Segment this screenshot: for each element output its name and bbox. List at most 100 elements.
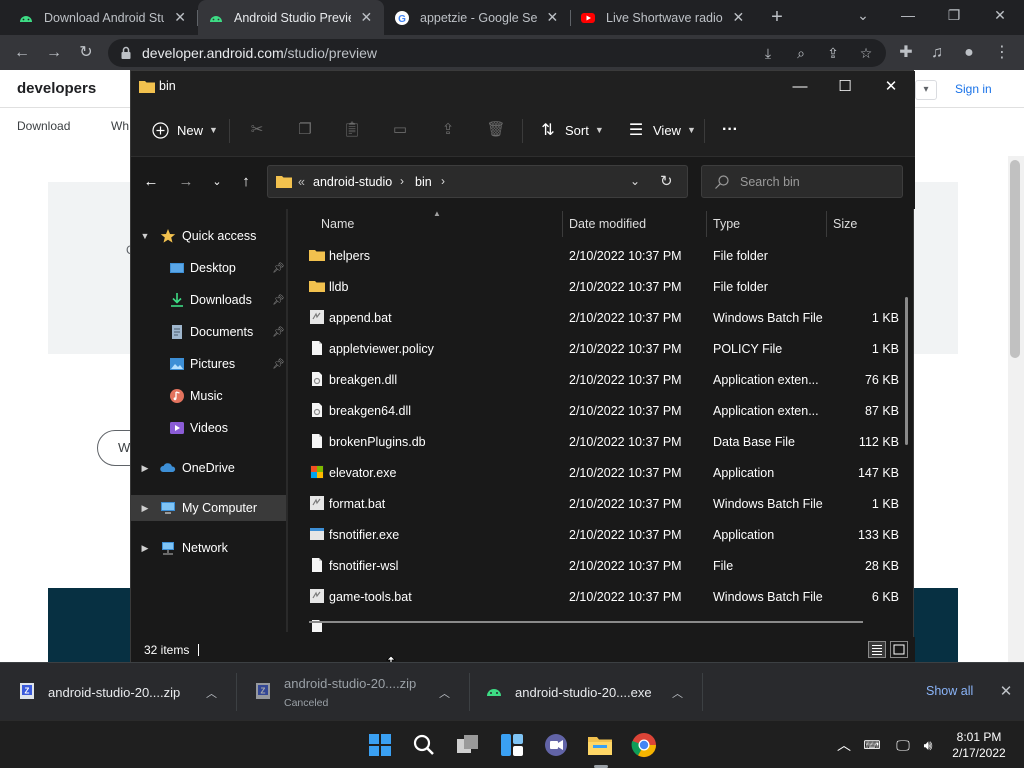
file-row[interactable]: fsnotifier-wsl 2/10/2022 10:37 PM File 28 K… xyxy=(291,550,913,581)
file-row[interactable]: format.bat 2/10/2022 10:37 PM Windows Batc… xyxy=(291,488,913,519)
system-clock[interactable]: 8:01 PM 2/17/2022 xyxy=(948,729,1010,761)
browser-tab-1[interactable]: Download Android Stu ✕ xyxy=(8,0,198,35)
close-tab-icon[interactable]: ✕ xyxy=(545,9,560,26)
cut-icon[interactable]: ✂ xyxy=(247,120,267,140)
tab-search-icon[interactable]: ⌄ xyxy=(851,4,875,26)
file-row[interactable]: elevator.exe 2/10/2022 10:37 PM Applicatio… xyxy=(291,457,913,488)
chevron-right-icon[interactable]: ▶ xyxy=(139,463,151,474)
language-selector[interactable]: ▾ xyxy=(915,80,937,100)
back-arrow-icon[interactable]: ← xyxy=(10,41,34,65)
bookmark-star-icon[interactable]: ☆ xyxy=(857,44,875,62)
view-button[interactable]: ☰ View ▼ xyxy=(627,117,696,143)
sort-button[interactable]: ⇅ Sort ▼ xyxy=(539,117,603,143)
delete-icon[interactable]: 🗑︎ xyxy=(486,120,506,140)
refresh-icon[interactable]: ↻ xyxy=(660,172,673,190)
windows-start-icon[interactable] xyxy=(366,731,394,759)
path-breadcrumb[interactable]: « android-studio › bin › ⌄ ↻ xyxy=(267,165,688,198)
nav-download-link[interactable]: Download xyxy=(17,119,70,133)
file-row[interactable]: helpers 2/10/2022 10:37 PM File folder xyxy=(291,240,913,271)
developers-logo[interactable]: developers xyxy=(17,80,96,97)
explorer-title-bar[interactable]: bin — ☐ ✕ xyxy=(131,71,915,103)
breadcrumb-overflow[interactable]: « xyxy=(298,175,305,189)
chevron-down-icon[interactable]: ⌄ xyxy=(630,174,640,188)
pin-icon[interactable]: 📌︎ xyxy=(272,359,285,370)
file-row[interactable]: breakgen64.dll 2/10/2022 10:37 PM Applicat… xyxy=(291,395,913,426)
chevron-down-icon[interactable]: ▼ xyxy=(139,231,151,241)
browser-tab-2[interactable]: Android Studio Preview ✕ xyxy=(198,0,384,35)
file-list-horizontal-scrollbar[interactable] xyxy=(309,621,863,623)
forward-arrow-icon[interactable]: → xyxy=(175,171,197,193)
show-hidden-icons-chevron-icon[interactable]: ︿ xyxy=(834,735,854,755)
chevron-right-icon[interactable]: ▶ xyxy=(139,543,151,554)
file-row[interactable]: brokenPlugins.db 2/10/2022 10:37 PM Data B… xyxy=(291,426,913,457)
column-size[interactable]: Size xyxy=(833,217,857,231)
chevron-up-icon[interactable]: ︿ xyxy=(672,685,683,701)
chat-icon[interactable] xyxy=(542,731,570,759)
breadcrumb-chevron-icon[interactable]: › xyxy=(441,174,445,188)
breadcrumb-chevron-icon[interactable]: › xyxy=(400,174,404,188)
restore-button[interactable]: ❐ xyxy=(942,4,966,26)
show-all-downloads-link[interactable]: Show all xyxy=(926,684,973,698)
share-icon[interactable]: ⇪ xyxy=(438,120,458,140)
address-bar[interactable]: developer.android.com/studio/preview ⤓ ⌕… xyxy=(108,39,886,67)
file-list-scrollbar[interactable] xyxy=(905,297,908,445)
up-arrow-icon[interactable]: ↑ xyxy=(235,171,257,193)
column-divider[interactable] xyxy=(826,211,827,237)
file-row[interactable]: appletviewer.policy 2/10/2022 10:37 PM POL… xyxy=(291,333,913,364)
sidebar-item-my-computer[interactable]: ▶ My Computer xyxy=(131,495,288,521)
file-row[interactable]: fsnotifier.exe 2/10/2022 10:37 PM Applicat… xyxy=(291,519,913,550)
details-view-button[interactable] xyxy=(868,641,886,658)
file-row[interactable]: breakgen.dll 2/10/2022 10:37 PM Applicatio… xyxy=(291,364,913,395)
search-icon[interactable] xyxy=(410,731,438,759)
share-icon[interactable]: ⇪ xyxy=(824,44,842,62)
paste-icon[interactable]: 📋︎ xyxy=(342,120,362,140)
minimize-button[interactable]: — xyxy=(896,4,920,26)
sign-in-link[interactable]: Sign in xyxy=(955,82,992,96)
chevron-up-icon[interactable]: ︿ xyxy=(206,685,217,701)
more-options-button[interactable]: ··· xyxy=(722,117,738,143)
zoom-icon[interactable]: ⌕ xyxy=(792,44,810,62)
chevron-right-icon[interactable]: ▶ xyxy=(139,503,151,514)
sidebar-item-desktop[interactable]: Desktop 📌︎ xyxy=(131,255,288,281)
search-box[interactable] xyxy=(701,165,903,198)
sidebar-item-onedrive[interactable]: ▶ OneDrive xyxy=(131,455,288,481)
pin-icon[interactable]: 📌︎ xyxy=(272,327,285,338)
reload-icon[interactable]: ↻ xyxy=(74,41,98,65)
breadcrumb-android-studio[interactable]: android-studio xyxy=(313,175,392,189)
recent-locations-chevron-icon[interactable]: ⌄ xyxy=(206,171,228,193)
column-divider[interactable] xyxy=(562,211,563,237)
close-tab-icon[interactable]: ✕ xyxy=(359,9,374,26)
menu-icon[interactable]: ⋮ xyxy=(990,41,1014,65)
pin-icon[interactable]: 📌︎ xyxy=(272,263,285,274)
sidebar-item-videos[interactable]: Videos xyxy=(131,415,288,441)
column-type[interactable]: Type xyxy=(713,217,740,231)
network-status-icon[interactable]: 🖵︎ xyxy=(893,735,913,755)
close-tab-icon[interactable]: ✕ xyxy=(731,9,746,26)
sidebar-item-pictures[interactable]: Pictures 📌︎ xyxy=(131,351,288,377)
page-scrollbar-thumb[interactable] xyxy=(1010,160,1020,358)
minimize-button[interactable]: — xyxy=(785,75,815,99)
thumbnail-view-button[interactable] xyxy=(890,641,908,658)
forward-arrow-icon[interactable]: → xyxy=(42,41,66,65)
column-name[interactable]: Name xyxy=(321,217,354,231)
breadcrumb-bin[interactable]: bin xyxy=(415,175,432,189)
close-icon[interactable]: ✕ xyxy=(996,682,1016,700)
maximize-button[interactable]: ☐ xyxy=(830,75,860,99)
sidebar-item-network[interactable]: ▶ Network xyxy=(131,535,288,561)
task-view-icon[interactable] xyxy=(454,731,482,759)
pin-icon[interactable]: 📌︎ xyxy=(272,295,285,306)
new-tab-button[interactable]: + xyxy=(766,6,788,28)
close-button[interactable]: ✕ xyxy=(988,4,1012,26)
chevron-up-icon[interactable]: ︿ xyxy=(439,685,450,701)
browser-tab-4[interactable]: Live Shortwave radio s ✕ xyxy=(570,0,756,35)
back-arrow-icon[interactable]: ← xyxy=(140,171,162,193)
file-row[interactable]: game-tools.bat 2/10/2022 10:37 PM Windows … xyxy=(291,581,913,612)
profile-icon[interactable]: ● xyxy=(957,41,981,65)
download-item-3[interactable]: android-studio-20....exe ︿ xyxy=(467,663,702,721)
volume-icon[interactable]: 🔊︎ xyxy=(918,735,938,755)
media-icon[interactable]: ♫ xyxy=(925,41,949,65)
close-button[interactable]: ✕ xyxy=(876,75,906,99)
column-divider[interactable] xyxy=(706,211,707,237)
rename-icon[interactable]: ▭ xyxy=(390,120,410,140)
browser-tab-3[interactable]: G appetzie - Google Sea ✕ xyxy=(384,0,570,35)
